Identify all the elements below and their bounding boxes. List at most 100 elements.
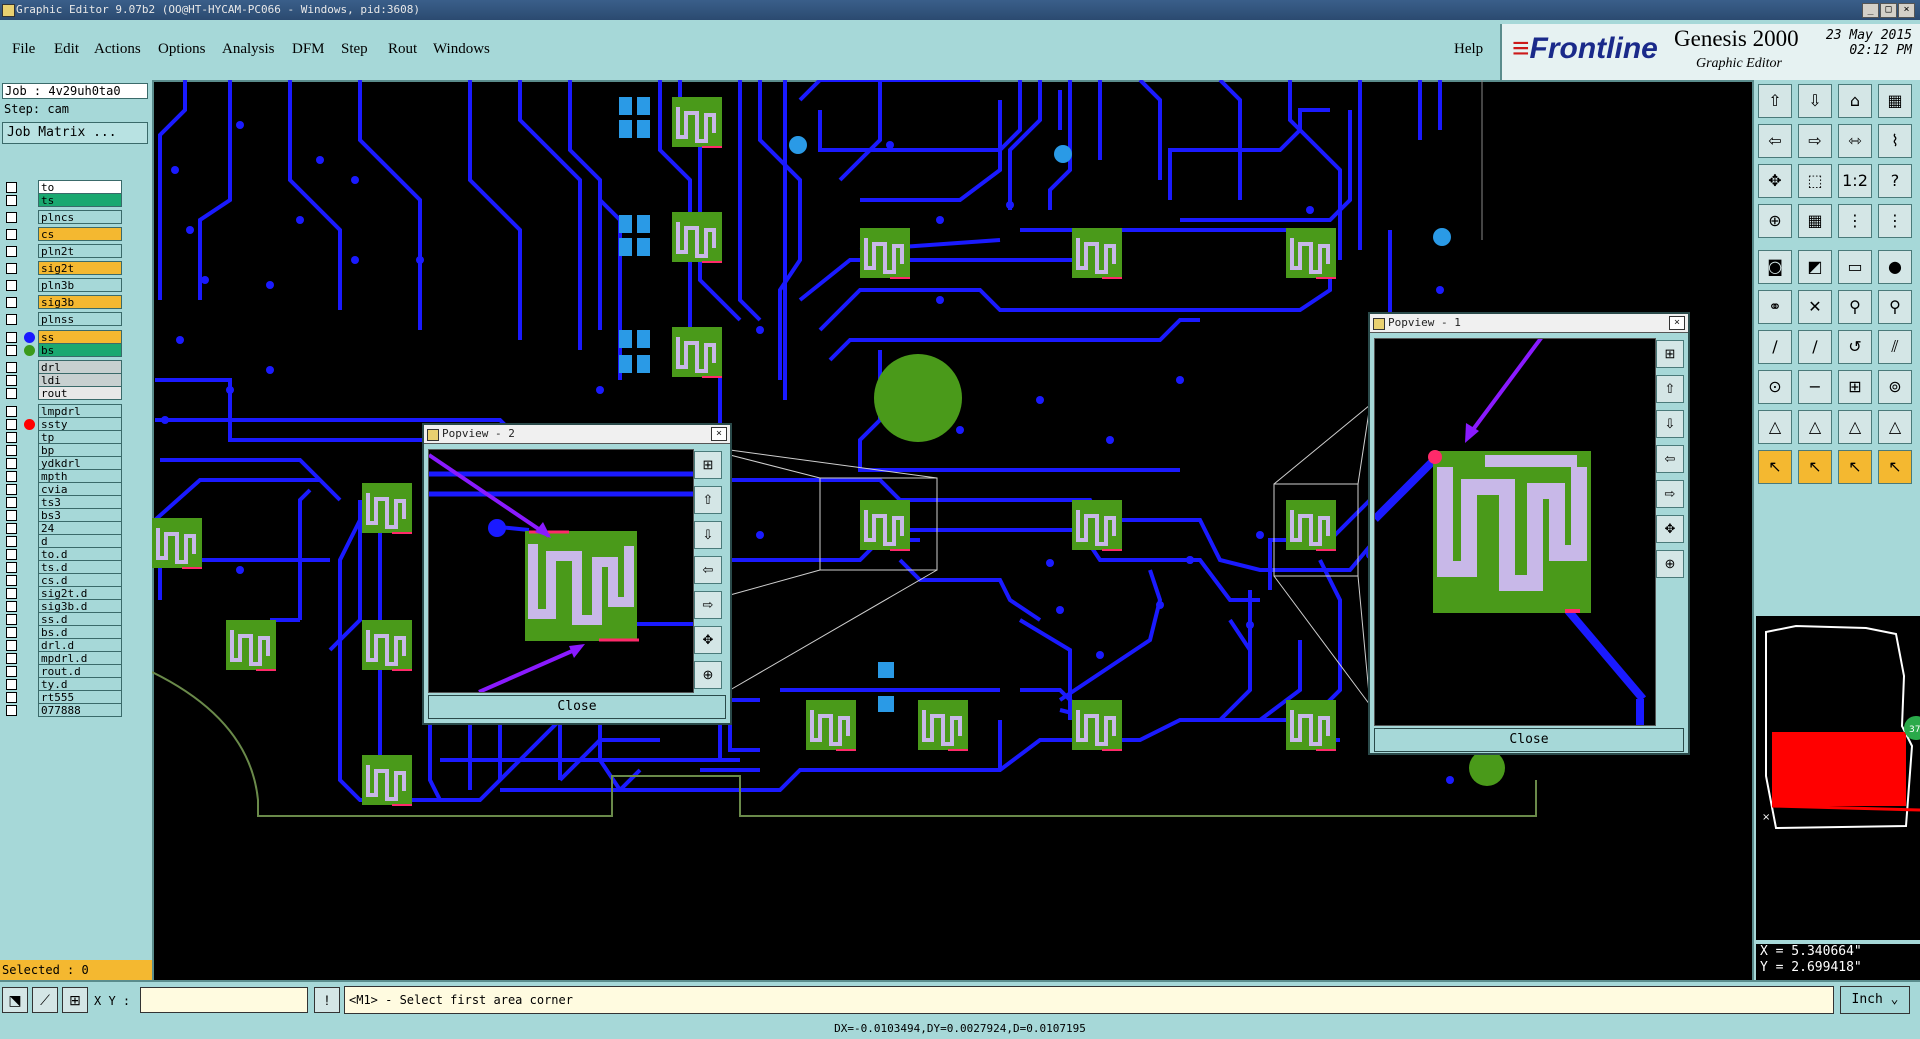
layer-checkbox[interactable] bbox=[6, 588, 17, 599]
tool-button-19-icon[interactable]: ▭ bbox=[1838, 250, 1872, 284]
layer-checkbox[interactable] bbox=[6, 562, 17, 573]
unit-select[interactable]: Inch ⌄ bbox=[1840, 986, 1910, 1014]
tool-button-37-icon[interactable]: ↖ bbox=[1758, 450, 1792, 484]
menu-help[interactable]: Help bbox=[1454, 41, 1483, 58]
tool-button-18-icon[interactable]: ◩ bbox=[1798, 250, 1832, 284]
menu-options[interactable]: Options bbox=[158, 41, 206, 58]
menu-file[interactable]: File bbox=[12, 41, 35, 58]
tool-button-38-icon[interactable]: ↖ bbox=[1798, 450, 1832, 484]
tool-button-20-icon[interactable]: ● bbox=[1878, 250, 1912, 284]
layer-checkbox[interactable] bbox=[6, 406, 17, 417]
layer-checkbox[interactable] bbox=[6, 458, 17, 469]
tool-button-35-icon[interactable]: △ bbox=[1838, 410, 1872, 444]
layer-row-077888[interactable]: 077888 bbox=[4, 703, 122, 718]
popview-tool-6-icon[interactable]: ✥ bbox=[694, 626, 722, 654]
popview-tool-4-icon[interactable]: ⇦ bbox=[694, 556, 722, 584]
layer-row-sig3b[interactable]: sig3b bbox=[4, 295, 122, 310]
layer-row-cs[interactable]: cs bbox=[4, 227, 122, 242]
popview-tool-1-icon[interactable]: ⊞ bbox=[1656, 340, 1684, 368]
tool-button-26-icon[interactable]: ∕ bbox=[1798, 330, 1832, 364]
tool-button-31-icon[interactable]: ⊞ bbox=[1838, 370, 1872, 404]
layer-checkbox[interactable] bbox=[6, 692, 17, 703]
tool-button-39-icon[interactable]: ↖ bbox=[1838, 450, 1872, 484]
layer-checkbox[interactable] bbox=[6, 375, 17, 386]
popview-tool-3-icon[interactable]: ⇩ bbox=[1656, 410, 1684, 438]
tool-button-32-icon[interactable]: ⊚ bbox=[1878, 370, 1912, 404]
popview-tool-5-icon[interactable]: ⇨ bbox=[1656, 480, 1684, 508]
layer-checkbox[interactable] bbox=[6, 705, 17, 716]
menu-step[interactable]: Step bbox=[341, 41, 368, 58]
grid-icon[interactable]: ⊞ bbox=[62, 987, 88, 1013]
menu-edit[interactable]: Edit bbox=[54, 41, 79, 58]
layer-checkbox[interactable] bbox=[6, 614, 17, 625]
maximize-button[interactable]: □ bbox=[1880, 3, 1897, 18]
menu-rout[interactable]: Rout bbox=[388, 41, 417, 58]
layer-checkbox[interactable] bbox=[6, 314, 17, 325]
popview-2-close-button[interactable]: Close bbox=[428, 695, 726, 719]
tool-button-7-icon[interactable]: ⇿ bbox=[1838, 124, 1872, 158]
tool-button-5-icon[interactable]: ⇦ bbox=[1758, 124, 1792, 158]
layer-checkbox[interactable] bbox=[6, 195, 17, 206]
popview-tool-6-icon[interactable]: ✥ bbox=[1656, 515, 1684, 543]
layer-checkbox[interactable] bbox=[6, 388, 17, 399]
tool-button-21-icon[interactable]: ⚭ bbox=[1758, 290, 1792, 324]
layer-checkbox[interactable] bbox=[6, 679, 17, 690]
layer-checkbox[interactable] bbox=[6, 332, 17, 343]
layer-checkbox[interactable] bbox=[6, 471, 17, 482]
popview-1-view[interactable] bbox=[1374, 338, 1656, 726]
popview-tool-3-icon[interactable]: ⇩ bbox=[694, 521, 722, 549]
layer-checkbox[interactable] bbox=[6, 640, 17, 651]
layer-checkbox[interactable] bbox=[6, 246, 17, 257]
tool-button-27-icon[interactable]: ↺ bbox=[1838, 330, 1872, 364]
tool-button-33-icon[interactable]: △ bbox=[1758, 410, 1792, 444]
job-matrix-button[interactable]: Job Matrix ... bbox=[2, 122, 148, 144]
info-icon[interactable]: ! bbox=[314, 987, 340, 1013]
layer-checkbox[interactable] bbox=[6, 653, 17, 664]
layer-row-ts[interactable]: ts bbox=[4, 193, 122, 208]
tool-button-9-icon[interactable]: ✥ bbox=[1758, 164, 1792, 198]
tool-button-12-icon[interactable]: ? bbox=[1878, 164, 1912, 198]
tool-button-34-icon[interactable]: △ bbox=[1798, 410, 1832, 444]
tool-button-1-icon[interactable]: ⇧ bbox=[1758, 84, 1792, 118]
close-window-button[interactable]: × bbox=[1898, 3, 1915, 18]
layer-row-plnss[interactable]: plnss bbox=[4, 312, 122, 327]
select-mode-icon[interactable]: ⬔ bbox=[2, 987, 28, 1013]
layer-checkbox[interactable] bbox=[6, 432, 17, 443]
tool-button-6-icon[interactable]: ⇨ bbox=[1798, 124, 1832, 158]
minimize-button[interactable]: _ bbox=[1862, 3, 1879, 18]
layer-checkbox[interactable] bbox=[6, 523, 17, 534]
tool-button-29-icon[interactable]: ⊙ bbox=[1758, 370, 1792, 404]
popview-tool-7-icon[interactable]: ⊕ bbox=[1656, 550, 1684, 578]
popview-1-close-button[interactable]: Close bbox=[1374, 728, 1684, 752]
menu-windows[interactable]: Windows bbox=[433, 41, 490, 58]
tool-button-28-icon[interactable]: ⫽ bbox=[1878, 330, 1912, 364]
layer-checkbox[interactable] bbox=[6, 280, 17, 291]
layer-checkbox[interactable] bbox=[6, 497, 17, 508]
menu-actions[interactable]: Actions bbox=[94, 41, 141, 58]
layer-checkbox[interactable] bbox=[6, 575, 17, 586]
layer-checkbox[interactable] bbox=[6, 510, 17, 521]
tool-button-22-icon[interactable]: ✕ bbox=[1798, 290, 1832, 324]
tool-button-36-icon[interactable]: △ bbox=[1878, 410, 1912, 444]
layer-checkbox[interactable] bbox=[6, 445, 17, 456]
popview-2-close-x[interactable]: × bbox=[711, 427, 727, 441]
layer-row-pln2t[interactable]: pln2t bbox=[4, 244, 122, 259]
layer-checkbox[interactable] bbox=[6, 229, 17, 240]
tool-button-30-icon[interactable]: − bbox=[1798, 370, 1832, 404]
tool-button-2-icon[interactable]: ⇩ bbox=[1798, 84, 1832, 118]
tool-button-17-icon[interactable]: ◙ bbox=[1758, 250, 1792, 284]
popview-tool-4-icon[interactable]: ⇦ bbox=[1656, 445, 1684, 473]
popview-tool-7-icon[interactable]: ⊕ bbox=[694, 661, 722, 689]
layer-checkbox[interactable] bbox=[6, 182, 17, 193]
layer-row-bs[interactable]: bs bbox=[4, 343, 122, 358]
popview-tool-2-icon[interactable]: ⇧ bbox=[694, 486, 722, 514]
tool-button-10-icon[interactable]: ⬚ bbox=[1798, 164, 1832, 198]
xy-input[interactable] bbox=[140, 987, 308, 1013]
tool-button-25-icon[interactable]: ∕ bbox=[1758, 330, 1792, 364]
measure-icon[interactable]: ⟋ bbox=[32, 987, 58, 1013]
layer-row-pln3b[interactable]: pln3b bbox=[4, 278, 122, 293]
tool-button-3-icon[interactable]: ⌂ bbox=[1838, 84, 1872, 118]
layer-checkbox[interactable] bbox=[6, 536, 17, 547]
menu-analysis[interactable]: Analysis bbox=[222, 41, 275, 58]
menu-dfm[interactable]: DFM bbox=[292, 41, 325, 58]
